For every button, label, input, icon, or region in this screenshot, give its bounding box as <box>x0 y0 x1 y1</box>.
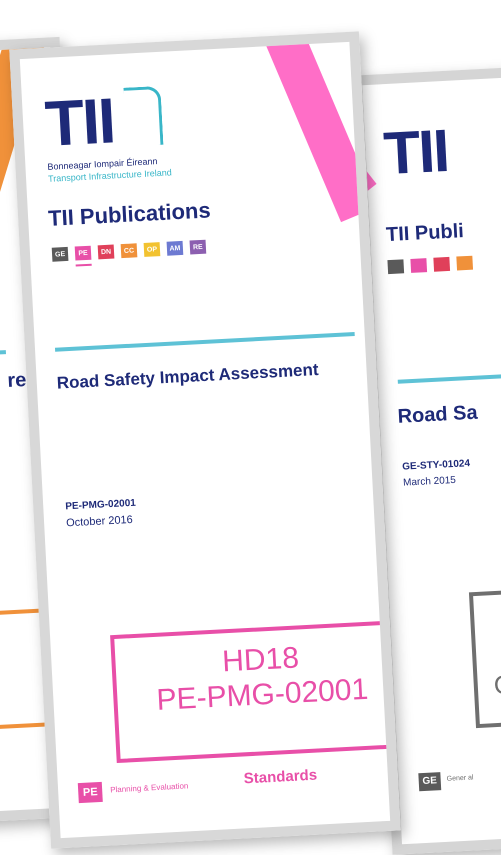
chip-underline <box>75 263 92 267</box>
tii-logo-right: TII <box>382 116 450 188</box>
chip-dn-right <box>433 256 451 272</box>
publications-heading-right: TII Publi <box>385 220 465 247</box>
harp-logo-icon <box>123 85 164 147</box>
chip-ge: GE <box>51 246 69 262</box>
document-stamp: HD18 PE-PMG-02001 <box>110 619 401 764</box>
chip-ge-right <box>387 259 405 275</box>
left-rule <box>0 350 7 358</box>
chip-cc-right <box>456 255 474 271</box>
category-chips-right <box>387 255 474 275</box>
pink-corner-stripe <box>247 31 378 223</box>
chip-dn: DN <box>97 244 115 260</box>
document-date: October 2016 <box>65 513 134 530</box>
category-chips: GE PE DN CC OP AM RE <box>51 239 207 262</box>
footer-badge: PE <box>77 781 103 804</box>
document-code: PE-PMG-02001 <box>65 497 137 513</box>
footer-type: Standards <box>243 766 318 788</box>
stamp-right-text: G <box>493 669 501 701</box>
document-title: Road Safety Impact Assessment <box>56 359 319 393</box>
stamp-right: G <box>468 584 501 729</box>
publications-heading: TII Publications <box>47 197 212 231</box>
footer-text-right: Gener al <box>446 774 474 783</box>
chip-am: AM <box>166 240 184 256</box>
chip-re: RE <box>189 239 207 255</box>
chip-op: OP <box>143 242 161 257</box>
chip-pe: PE <box>74 245 92 261</box>
teal-rule <box>54 332 355 352</box>
chip-pe-right <box>410 258 428 273</box>
left-title-fragment: re <box>6 369 27 393</box>
teal-rule-right <box>397 370 501 384</box>
footer-badge-right: GE <box>418 772 442 792</box>
code-right: GE-STY-01024 <box>401 458 471 473</box>
document-cover-front: TII Bonneagar Iompair Éireann Transport … <box>9 31 401 849</box>
tii-logo: TII <box>43 84 116 160</box>
date-right: March 2015 <box>402 474 457 489</box>
title-right: Road Sa <box>397 401 479 428</box>
footer-section: Planning & Evaluation <box>109 781 189 795</box>
chip-cc: CC <box>120 243 138 259</box>
